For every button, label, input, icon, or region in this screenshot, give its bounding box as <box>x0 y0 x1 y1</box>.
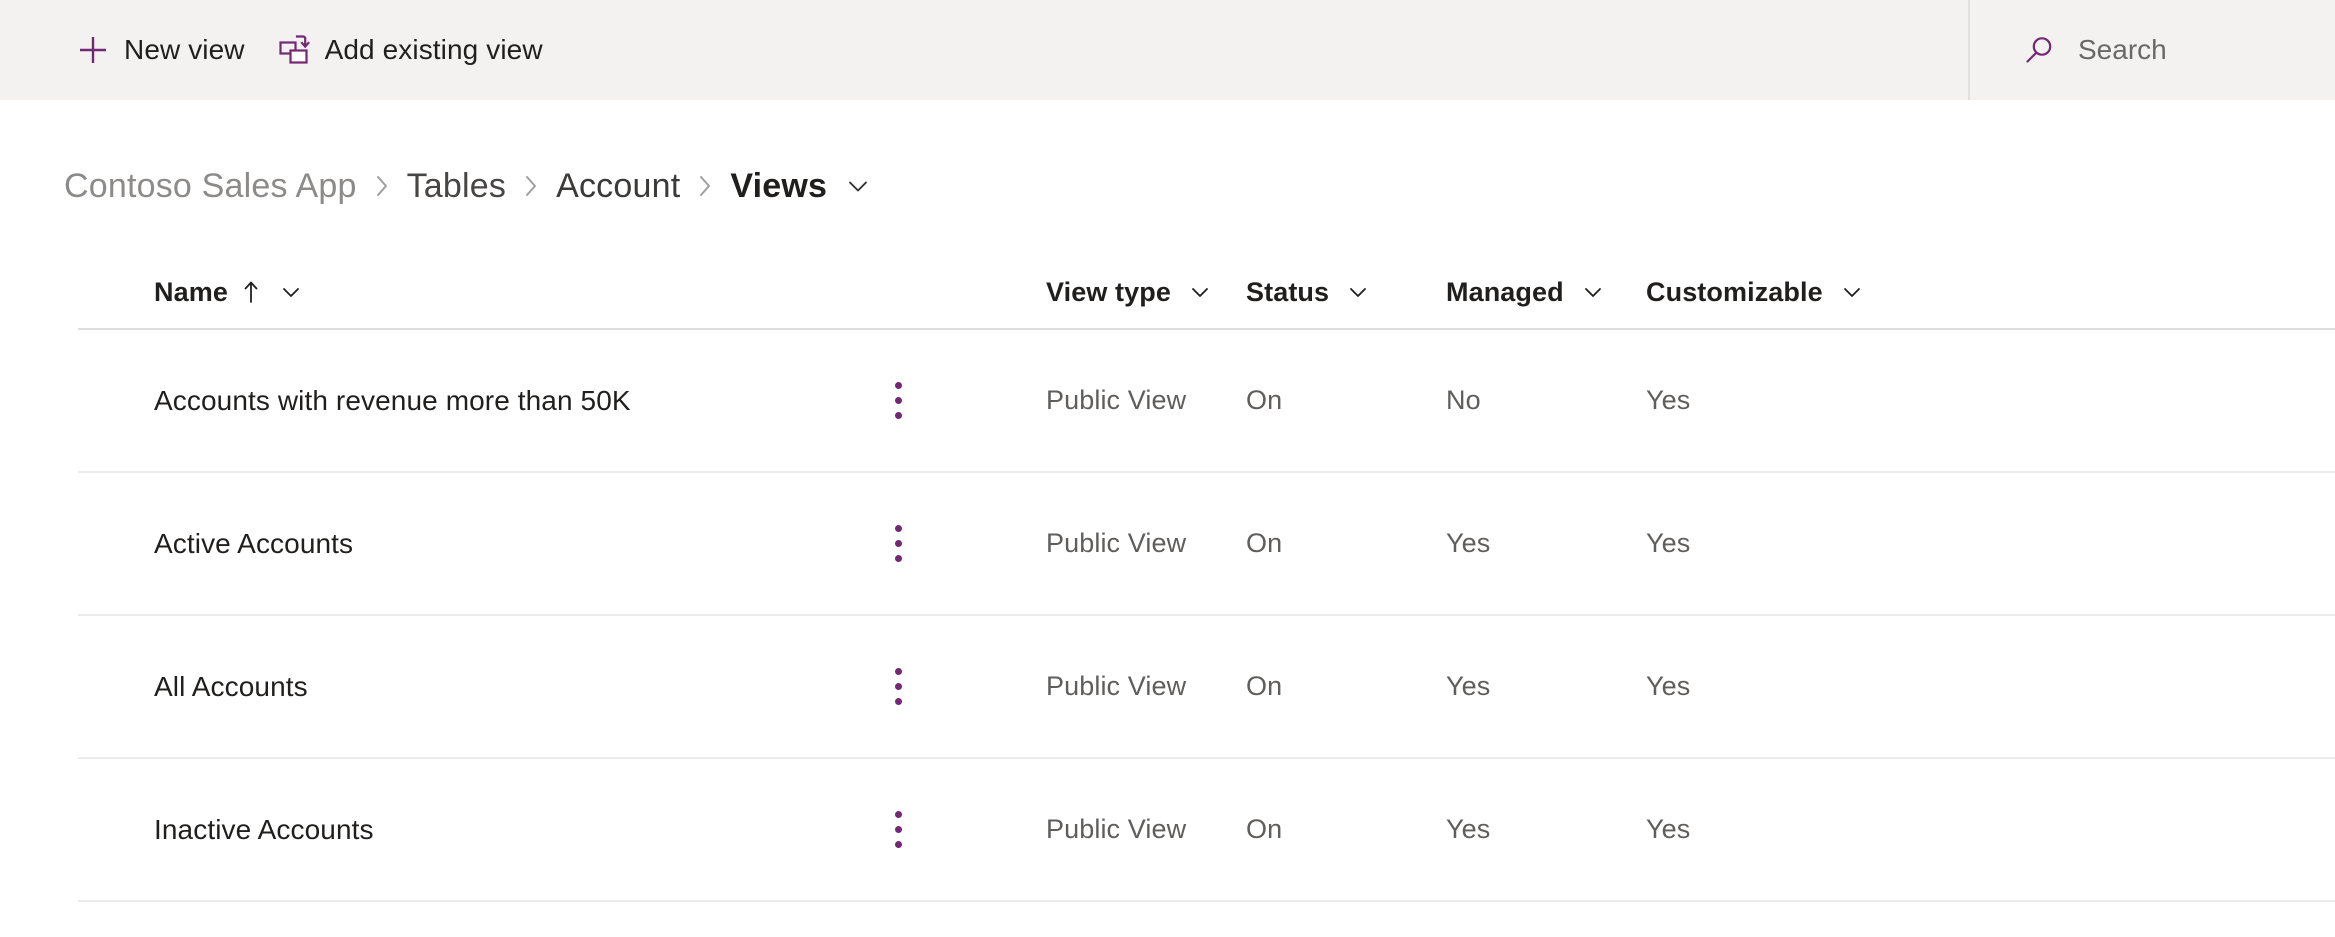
cell-managed: No <box>1446 385 1481 415</box>
breadcrumb-separator-icon <box>521 169 541 203</box>
cell-managed: Yes <box>1446 814 1491 844</box>
table-row[interactable]: Active Accounts Public View On Yes Yes <box>78 473 2335 616</box>
search-box[interactable] <box>1968 0 2335 100</box>
breadcrumb-item-app[interactable]: Contoso Sales App <box>64 167 357 206</box>
more-vertical-icon[interactable] <box>878 806 918 854</box>
chevron-down-icon[interactable] <box>1839 279 1865 305</box>
cell-customizable: Yes <box>1646 385 1691 415</box>
column-header-name-label: Name <box>154 276 228 307</box>
add-existing-view-label: Add existing view <box>324 34 543 65</box>
cell-name[interactable]: Active Accounts <box>78 520 966 568</box>
cell-customizable: Yes <box>1646 814 1691 844</box>
column-header-status[interactable]: Status <box>1246 277 1446 308</box>
column-header-status-label: Status <box>1246 276 1330 307</box>
table-row[interactable]: All Accounts Public View On Yes Yes <box>78 616 2335 759</box>
column-header-view-type-label: View type <box>1046 276 1171 307</box>
view-name-link[interactable]: Accounts with revenue more than 50K <box>154 385 631 417</box>
cell-view-type: Public View <box>1046 814 1187 844</box>
cell-name[interactable]: Accounts with revenue more than 50K <box>78 377 966 425</box>
table-row[interactable]: Inactive Accounts Public View On Yes Yes <box>78 759 2335 902</box>
chevron-down-icon[interactable] <box>1345 279 1371 305</box>
add-existing-view-icon <box>277 33 311 67</box>
more-vertical-icon[interactable] <box>878 663 918 711</box>
breadcrumb-separator-icon <box>372 169 392 203</box>
cell-customizable: Yes <box>1646 671 1691 701</box>
cell-status: On <box>1246 671 1283 701</box>
chevron-down-icon[interactable] <box>278 279 304 305</box>
command-bar: New view Add existing view <box>0 0 2335 100</box>
breadcrumb: Contoso Sales App Tables Account Views <box>0 140 2335 232</box>
column-header-name[interactable]: Name <box>78 277 966 308</box>
cell-view-type: Public View <box>1046 671 1187 701</box>
search-input[interactable] <box>2078 34 2318 66</box>
view-name-link[interactable]: Active Accounts <box>154 528 353 560</box>
breadcrumb-separator-icon <box>695 169 715 203</box>
column-header-managed[interactable]: Managed <box>1446 277 1646 308</box>
cell-status: On <box>1246 385 1283 415</box>
chevron-down-icon[interactable] <box>843 171 873 201</box>
chevron-down-icon[interactable] <box>1580 279 1606 305</box>
command-bar-actions: New view Add existing view <box>0 0 559 100</box>
view-name-link[interactable]: All Accounts <box>154 671 308 703</box>
views-table: Name View type Status Managed Customizab… <box>78 256 2335 902</box>
cell-view-type: Public View <box>1046 528 1187 558</box>
add-existing-view-button[interactable]: Add existing view <box>261 18 559 82</box>
new-view-label: New view <box>124 34 245 65</box>
new-view-button[interactable]: New view <box>60 18 261 82</box>
column-header-view-type[interactable]: View type <box>1046 277 1246 308</box>
cell-managed: Yes <box>1446 671 1491 701</box>
cell-customizable: Yes <box>1646 528 1691 558</box>
breadcrumb-item-tables[interactable]: Tables <box>407 167 506 206</box>
cell-name[interactable]: Inactive Accounts <box>78 806 966 854</box>
cell-status: On <box>1246 528 1283 558</box>
table-row[interactable]: Accounts with revenue more than 50K Publ… <box>78 330 2335 473</box>
plus-icon <box>76 33 110 67</box>
breadcrumb-item-account[interactable]: Account <box>556 167 680 206</box>
cell-name[interactable]: All Accounts <box>78 663 966 711</box>
search-icon <box>2022 32 2058 68</box>
column-header-managed-label: Managed <box>1446 276 1564 307</box>
more-vertical-icon[interactable] <box>878 377 918 425</box>
cell-managed: Yes <box>1446 528 1491 558</box>
table-header-row: Name View type Status Managed Customizab… <box>78 256 2335 330</box>
more-vertical-icon[interactable] <box>878 520 918 568</box>
breadcrumb-item-views: Views <box>730 166 828 205</box>
chevron-down-icon[interactable] <box>1187 279 1213 305</box>
arrow-up-icon <box>240 278 262 306</box>
cell-status: On <box>1246 814 1283 844</box>
view-name-link[interactable]: Inactive Accounts <box>154 814 374 846</box>
column-header-customizable-label: Customizable <box>1646 276 1823 307</box>
cell-view-type: Public View <box>1046 385 1187 415</box>
column-header-customizable[interactable]: Customizable <box>1646 277 1946 308</box>
